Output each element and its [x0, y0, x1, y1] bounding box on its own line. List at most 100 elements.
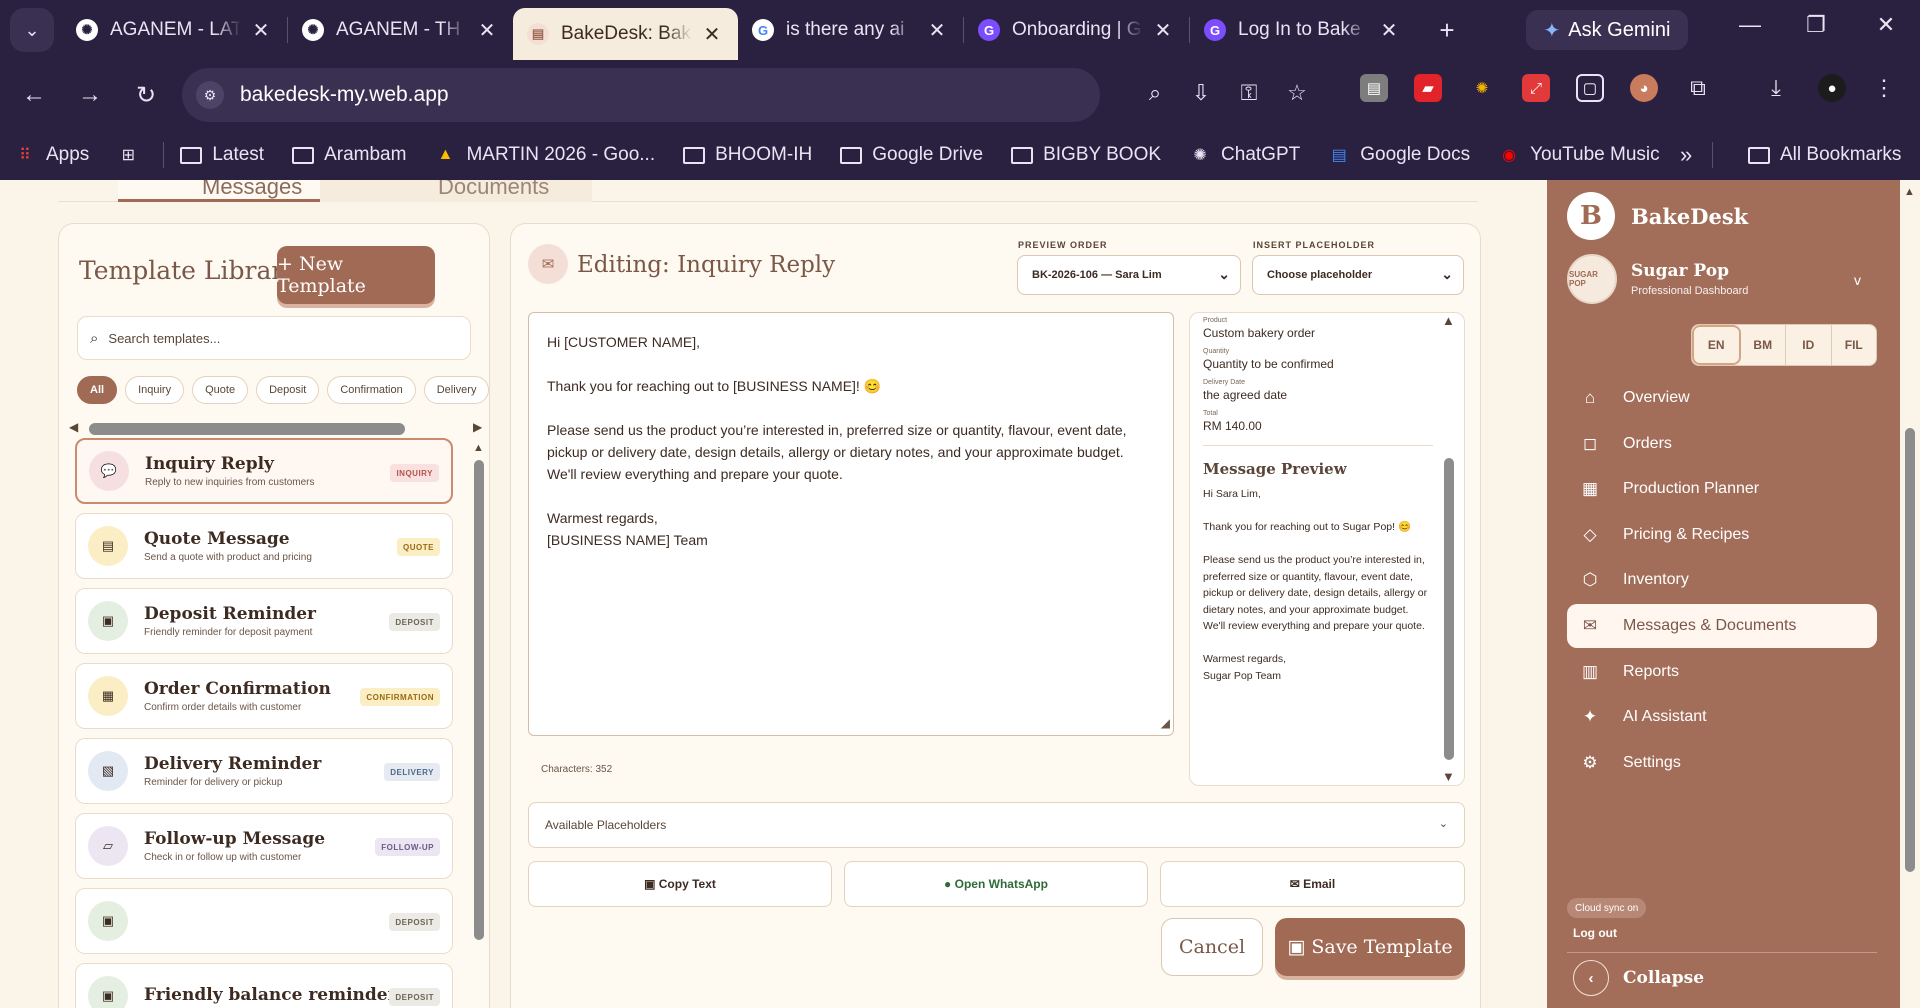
address-bar[interactable]: ⚙ bakedesk-my.web.app ⌕ ⇩ ⚿ ☆: [182, 68, 1307, 122]
downloads-icon[interactable]: ⤓: [1762, 74, 1790, 102]
site-info-icon[interactable]: ⚙: [196, 81, 224, 109]
close-tab-icon[interactable]: ✕: [700, 22, 724, 47]
bookmark-star-icon[interactable]: ☆: [1282, 80, 1312, 106]
bookmark-item[interactable]: ⊞: [117, 146, 149, 164]
extension-red-icon[interactable]: ▰: [1414, 74, 1442, 102]
logout-link[interactable]: Log out: [1573, 926, 1617, 940]
sidebar-item-reports[interactable]: ▥ Reports: [1567, 650, 1877, 694]
filter-chip-delivery[interactable]: Delivery: [423, 376, 489, 404]
restore-icon[interactable]: ❐: [1796, 12, 1836, 38]
extension-sun-icon[interactable]: ✺: [1468, 74, 1496, 102]
bookmark-item[interactable]: Latest: [180, 144, 264, 166]
lang-bm[interactable]: BM: [1741, 325, 1786, 365]
copy-text-button[interactable]: ▣ Copy Text: [528, 861, 832, 907]
email-button[interactable]: ✉ Email: [1160, 861, 1465, 907]
close-tab-icon[interactable]: ✕: [1151, 18, 1175, 43]
browser-tab[interactable]: ✺ AGANEM - LAT ✕: [62, 0, 287, 60]
close-tab-icon[interactable]: ✕: [249, 18, 273, 43]
tab-documents[interactable]: Documents: [320, 180, 592, 202]
save-template-button[interactable]: ▣ Save Template: [1275, 918, 1465, 976]
bookmark-item[interactable]: ▤ Google Docs: [1328, 144, 1470, 166]
lang-en[interactable]: EN: [1692, 325, 1741, 365]
scroll-up-icon[interactable]: ▲: [1904, 186, 1915, 198]
bookmark-item[interactable]: ◉ YouTube Music: [1498, 144, 1660, 166]
browser-tab[interactable]: ▤ BakeDesk: Bak ✕: [513, 8, 738, 60]
new-template-button[interactable]: + New Template: [277, 246, 435, 304]
url-text[interactable]: bakedesk-my.web.app: [240, 83, 449, 107]
filter-chip-deposit[interactable]: Deposit: [256, 376, 320, 404]
bookmark-item[interactable]: ▲ MARTIN 2026 - Goo...: [434, 144, 656, 166]
preview-scroll-thumb[interactable]: [1444, 458, 1454, 760]
filter-chip-confirmation[interactable]: Confirmation: [327, 376, 416, 404]
minimize-icon[interactable]: —: [1730, 12, 1770, 38]
browser-tab[interactable]: ✺ AGANEM - TH ✕: [288, 0, 513, 60]
extension-doc-icon[interactable]: ▤: [1360, 74, 1388, 102]
sidebar-item-pricing-recipes[interactable]: ◇ Pricing & Recipes: [1567, 513, 1877, 557]
insert-placeholder-select[interactable]: Choose placeholder ⌄: [1252, 255, 1464, 295]
page-scroll-thumb[interactable]: [1905, 428, 1915, 872]
password-key-icon[interactable]: ⚿: [1234, 80, 1264, 106]
sidebar-item-ai-assistant[interactable]: ✦ AI Assistant: [1567, 695, 1877, 739]
template-card[interactable]: ▣ Friendly balance reminder DEPOSIT: [75, 963, 453, 1008]
extensions-puzzle-icon[interactable]: ⧉: [1684, 74, 1712, 102]
preview-order-select[interactable]: BK-2026-106 — Sara Lim ⌄: [1017, 255, 1241, 295]
lang-id[interactable]: ID: [1786, 325, 1832, 365]
chevron-down-icon[interactable]: v: [1854, 272, 1861, 288]
collapse-button[interactable]: ‹ Collapse: [1573, 960, 1704, 996]
template-card[interactable]: 💬 Inquiry Reply Reply to new inquiries fro…: [75, 438, 453, 504]
browser-tab[interactable]: G Log In to Bake ✕: [1190, 0, 1415, 60]
browser-menu-icon[interactable]: ⋮: [1870, 74, 1898, 102]
search-templates-input[interactable]: ⌕ Search templates...: [77, 316, 471, 360]
resize-handle-icon[interactable]: ◢: [1161, 712, 1170, 734]
extension-arrows-icon[interactable]: ⤢: [1522, 74, 1550, 102]
filter-chip-inquiry[interactable]: Inquiry: [125, 376, 185, 404]
extension-face-icon[interactable]: ◕: [1630, 74, 1658, 102]
message-text[interactable]: Hi [CUSTOMER NAME], Thank you for reachi…: [547, 334, 1127, 548]
install-app-icon[interactable]: ⇩: [1186, 80, 1216, 106]
close-window-icon[interactable]: ✕: [1866, 12, 1906, 38]
horizontal-scrollbar[interactable]: ◀ ▶: [63, 420, 487, 436]
browser-tab[interactable]: Gis there any ai ✕: [738, 0, 963, 60]
template-card[interactable]: ▧ Delivery Reminder Reminder for delivery …: [75, 738, 453, 804]
tab-search-chevron-icon[interactable]: ⌄: [10, 8, 54, 52]
template-card[interactable]: ▣ Deposit Reminder Friendly reminder for d…: [75, 588, 453, 654]
sidebar-item-production-planner[interactable]: ▦ Production Planner: [1567, 467, 1877, 511]
sidebar-item-messages-documents[interactable]: ✉ Messages & Documents: [1567, 603, 1877, 648]
close-tab-icon[interactable]: ✕: [475, 18, 499, 43]
bookmark-item[interactable]: BIGBY BOOK: [1011, 144, 1161, 166]
message-textarea[interactable]: Hi [CUSTOMER NAME], Thank you for reachi…: [528, 312, 1174, 736]
preview-scrollbar[interactable]: ▲ ▼: [1442, 313, 1456, 785]
browser-tab[interactable]: G Onboarding | G ✕: [964, 0, 1189, 60]
scroll-right-icon[interactable]: ▶: [473, 420, 482, 434]
all-bookmarks-button[interactable]: All Bookmarks: [1748, 144, 1901, 166]
profile-avatar-icon[interactable]: ●: [1818, 74, 1846, 102]
sidebar-item-orders[interactable]: ◻ Orders: [1567, 422, 1877, 466]
zoom-icon[interactable]: ⌕: [1140, 80, 1170, 106]
bookmark-item[interactable]: Arambam: [292, 144, 406, 166]
template-card[interactable]: ▦ Order Confirmation Confirm order details…: [75, 663, 453, 729]
bookmark-item[interactable]: ✺ ChatGPT: [1189, 144, 1300, 166]
template-list-scrollbar[interactable]: ▲ ▼: [471, 442, 487, 1008]
ask-gemini-button[interactable]: ✦ Ask Gemini: [1526, 10, 1688, 50]
filter-chip-all[interactable]: All: [77, 376, 118, 404]
template-card[interactable]: ▱ Follow-up Message Check in or follow up …: [75, 813, 453, 879]
extension-screen-icon[interactable]: ▢: [1576, 74, 1604, 102]
bookmark-item[interactable]: Google Drive: [840, 144, 983, 166]
more-bookmarks-icon[interactable]: »: [1680, 142, 1692, 168]
sidebar-item-settings[interactable]: ⚙ Settings: [1567, 741, 1877, 785]
account-switcher[interactable]: SUGAR POP Sugar Pop Professional Dashboa…: [1567, 254, 1877, 304]
back-icon[interactable]: ←: [12, 81, 56, 109]
page-scrollbar[interactable]: ▲: [1900, 180, 1920, 1008]
bookmark-item[interactable]: ⠿ Apps: [14, 144, 89, 166]
sidebar-item-inventory[interactable]: ⬡ Inventory: [1567, 558, 1877, 602]
reload-icon[interactable]: ↻: [124, 81, 168, 110]
lang-fil[interactable]: FIL: [1832, 325, 1877, 365]
scroll-up-icon[interactable]: ▲: [1442, 313, 1455, 328]
close-tab-icon[interactable]: ✕: [1377, 18, 1401, 43]
open-whatsapp-button[interactable]: ● Open WhatsApp: [844, 861, 1148, 907]
template-scroll-thumb[interactable]: [474, 460, 484, 940]
bookmark-item[interactable]: BHOOM-IH: [683, 144, 812, 166]
cancel-button[interactable]: Cancel: [1161, 918, 1263, 976]
filter-chip-quote[interactable]: Quote: [192, 376, 249, 404]
template-card[interactable]: ▣ DEPOSIT: [75, 888, 453, 954]
